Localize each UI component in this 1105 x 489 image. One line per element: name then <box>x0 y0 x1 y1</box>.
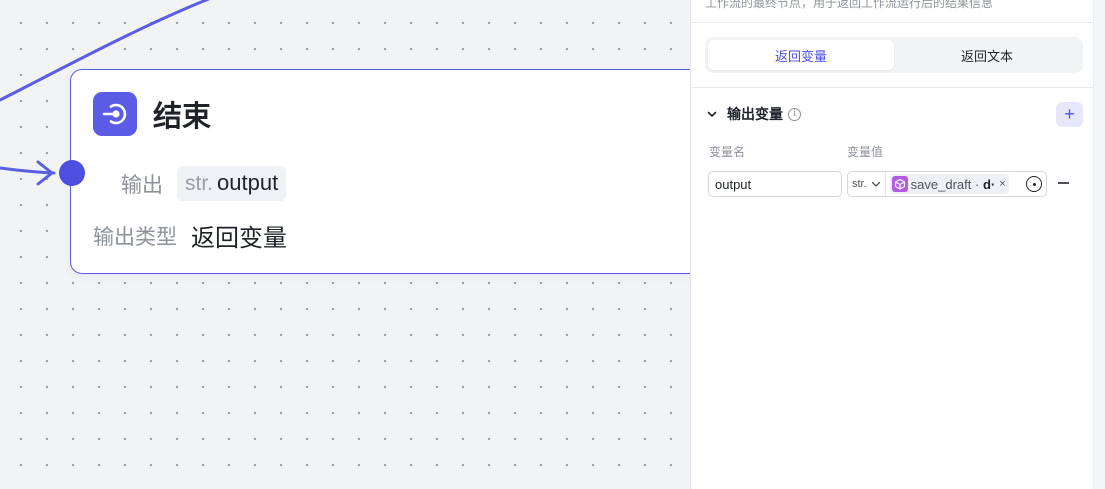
output-variable-row: str. save_draft · d· × <box>708 171 1078 197</box>
add-variable-button[interactable]: + <box>1056 101 1083 127</box>
remove-variable-button[interactable] <box>1056 176 1070 190</box>
divider <box>691 22 1093 23</box>
end-node[interactable]: 结束 输出 str. output 输出类型 返回变量 <box>70 69 730 274</box>
reference-text: save_draft · d· <box>911 177 996 192</box>
variable-reference-chip[interactable]: save_draft · d· × <box>889 174 1009 194</box>
output-type-row: 输出类型 返回变量 <box>93 218 287 253</box>
end-node-header: 结束 <box>93 92 211 136</box>
minus-icon <box>1057 182 1069 184</box>
reference-source: save_draft <box>910 176 972 192</box>
target-icon[interactable] <box>1026 176 1042 192</box>
end-node-icon <box>93 92 137 136</box>
variable-type-value: str. <box>852 178 867 190</box>
column-header-value: 变量值 <box>847 145 884 159</box>
output-type-value: 返回变量 <box>191 225 287 252</box>
input-port-handle[interactable] <box>59 160 85 186</box>
output-variables-title: 输出变量 <box>727 106 783 122</box>
output-tag-type: str. <box>185 172 214 195</box>
output-variables-header: 输出变量 i + <box>705 101 1083 127</box>
info-icon[interactable]: i <box>788 107 801 121</box>
tab-return-text[interactable]: 返回文本 <box>894 40 1080 70</box>
column-header-name: 变量名 <box>709 145 746 159</box>
close-icon[interactable]: × <box>999 178 1005 190</box>
panel-scrollbar[interactable] <box>1093 0 1105 489</box>
output-variable-tag: str. output <box>177 166 287 201</box>
tab-return-variable[interactable]: 返回变量 <box>708 40 894 70</box>
output-row: 输出 str. output <box>71 166 287 201</box>
output-tag-name: output <box>217 170 279 195</box>
node-description: 工作流的最终节点，用于返回工作流运行后的结果信息 <box>705 0 994 10</box>
output-type-label: 输出类型 <box>93 225 177 249</box>
reference-separator: · <box>971 176 983 192</box>
node-config-panel: 工作流的最终节点，用于返回工作流运行后的结果信息 返回变量 返回文本 输出变量 … <box>690 0 1093 489</box>
output-mode-tabs: 返回变量 返回文本 <box>705 37 1083 73</box>
end-node-title: 结束 <box>153 101 212 133</box>
variable-type-select[interactable]: str. <box>848 172 886 196</box>
chevron-down-icon[interactable] <box>705 107 719 121</box>
chevron-down-icon <box>871 181 880 187</box>
divider <box>691 87 1093 88</box>
variable-value-field[interactable]: str. save_draft · d· × <box>847 171 1047 197</box>
variable-name-input[interactable] <box>708 171 842 197</box>
reference-field: d· <box>982 176 996 192</box>
cube-icon <box>891 176 908 192</box>
